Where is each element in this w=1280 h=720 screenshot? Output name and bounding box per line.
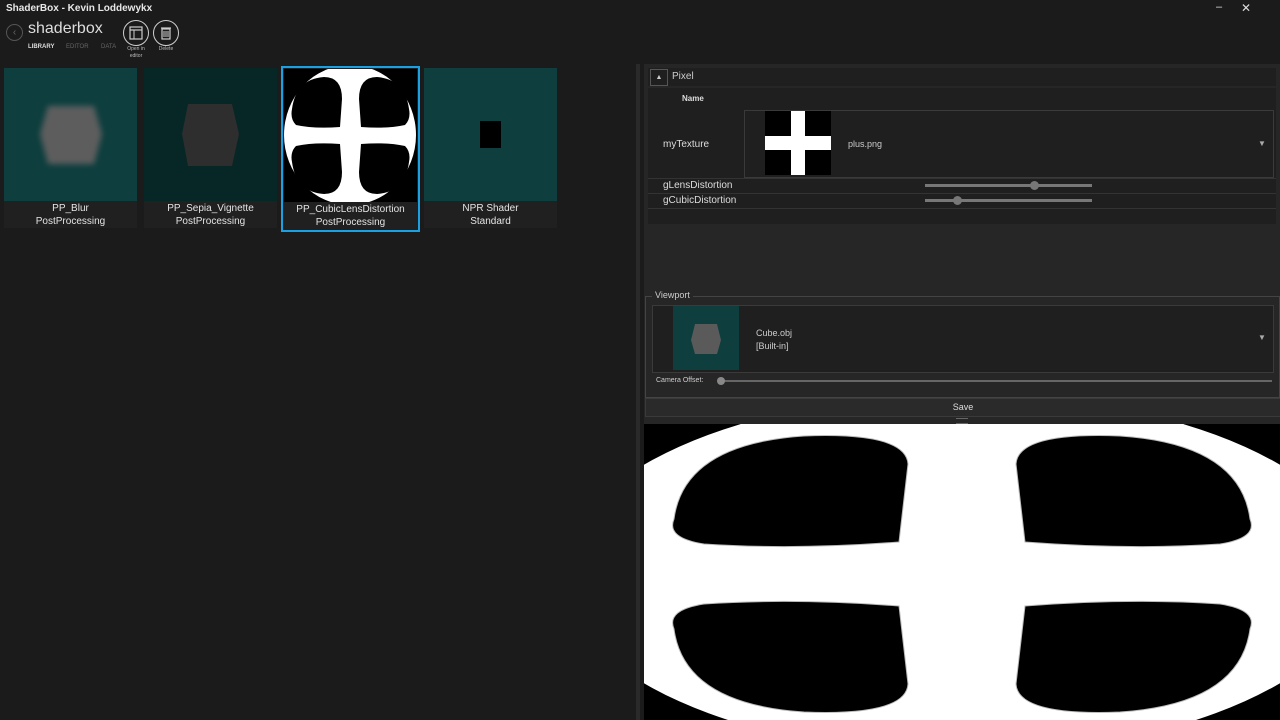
- model-name: Cube.obj: [756, 328, 793, 338]
- chevron-down-icon[interactable]: ▼: [1258, 333, 1266, 342]
- model-source: [Built-in]: [756, 341, 789, 351]
- shader-thumbnail: [144, 68, 277, 201]
- shader-category: PostProcessing: [175, 216, 246, 227]
- model-dropdown[interactable]: [652, 305, 1274, 373]
- tab-library[interactable]: LIBRARY: [28, 44, 54, 50]
- library-item-npr-shader[interactable]: NPR Shader Standard: [424, 68, 557, 228]
- shader-category: PostProcessing: [315, 217, 386, 228]
- slider-label-lens: gLensDistortion: [663, 180, 733, 191]
- app-title: ShaderBox - Kevin Loddewykx: [6, 3, 153, 14]
- panel-splitter[interactable]: [636, 64, 640, 720]
- back-button[interactable]: ‹: [6, 24, 23, 41]
- shader-category: PostProcessing: [35, 216, 106, 227]
- open-in-editor-label: Open in editor: [127, 46, 145, 59]
- close-button[interactable]: ✕: [1241, 1, 1251, 15]
- lens-distortion-slider[interactable]: [925, 184, 1092, 187]
- render-preview: [644, 424, 1280, 720]
- viewport-legend: Viewport: [652, 290, 693, 300]
- texture-thumbnail: [765, 111, 831, 175]
- shader-name: NPR Shader: [462, 203, 519, 214]
- shader-name: PP_CubicLensDistortion: [296, 204, 405, 215]
- collapse-up-icon: ▲: [655, 74, 663, 81]
- tab-data[interactable]: DATA: [101, 44, 116, 50]
- tab-editor[interactable]: EDITOR: [66, 44, 89, 50]
- open-editor-icon: [123, 20, 149, 46]
- lens-distortion-thumb[interactable]: [1029, 181, 1039, 190]
- slider-label-cubic: gCubicDistortion: [663, 195, 737, 206]
- cubic-distortion-thumb[interactable]: [952, 196, 962, 205]
- collapse-button[interactable]: ▲: [650, 69, 668, 86]
- pixel-section-header: [648, 68, 1276, 86]
- chevron-down-icon[interactable]: ▼: [1258, 139, 1266, 148]
- row-divider: [648, 208, 1276, 209]
- title-bar: [0, 0, 1280, 18]
- shader-category: Standard: [470, 216, 511, 227]
- texture-param-label: myTexture: [663, 139, 710, 150]
- open-in-editor-button[interactable]: Open in editor: [122, 20, 150, 60]
- shader-name: PP_Blur: [52, 203, 89, 214]
- shader-thumbnail: [4, 68, 137, 201]
- cubic-distortion-slider[interactable]: [925, 199, 1092, 202]
- shader-thumbnail: [424, 68, 557, 201]
- shader-thumbnail: [284, 65, 417, 205]
- name-column-header: Name: [682, 94, 704, 103]
- section-label: Pixel: [672, 71, 694, 82]
- trash-icon: [153, 20, 179, 46]
- texture-file-name: plus.png: [848, 139, 883, 149]
- camera-offset-label: Camera Offset:: [656, 377, 704, 384]
- row-divider: [648, 193, 1276, 194]
- camera-offset-thumb[interactable]: [717, 377, 725, 385]
- brand-title: shaderbox: [28, 20, 103, 37]
- back-arrow-icon: ‹: [12, 27, 17, 38]
- shader-name: PP_Sepia_Vignette: [167, 203, 254, 214]
- minimize-button[interactable]: –: [1216, 1, 1222, 13]
- camera-offset-slider[interactable]: [720, 380, 1272, 382]
- delete-button[interactable]: Delete: [152, 20, 180, 53]
- library-item-pp-blur[interactable]: PP_Blur PostProcessing: [4, 68, 137, 228]
- delete-label: Delete: [158, 46, 174, 52]
- library-item-pp-cubiclensdistortion[interactable]: PP_CubicLensDistortion PostProcessing: [281, 65, 420, 232]
- row-divider: [648, 178, 1276, 179]
- save-button[interactable]: Save: [645, 398, 1280, 417]
- library-item-pp-sepia-vignette[interactable]: PP_Sepia_Vignette PostProcessing: [144, 68, 277, 228]
- model-thumbnail: [673, 306, 739, 370]
